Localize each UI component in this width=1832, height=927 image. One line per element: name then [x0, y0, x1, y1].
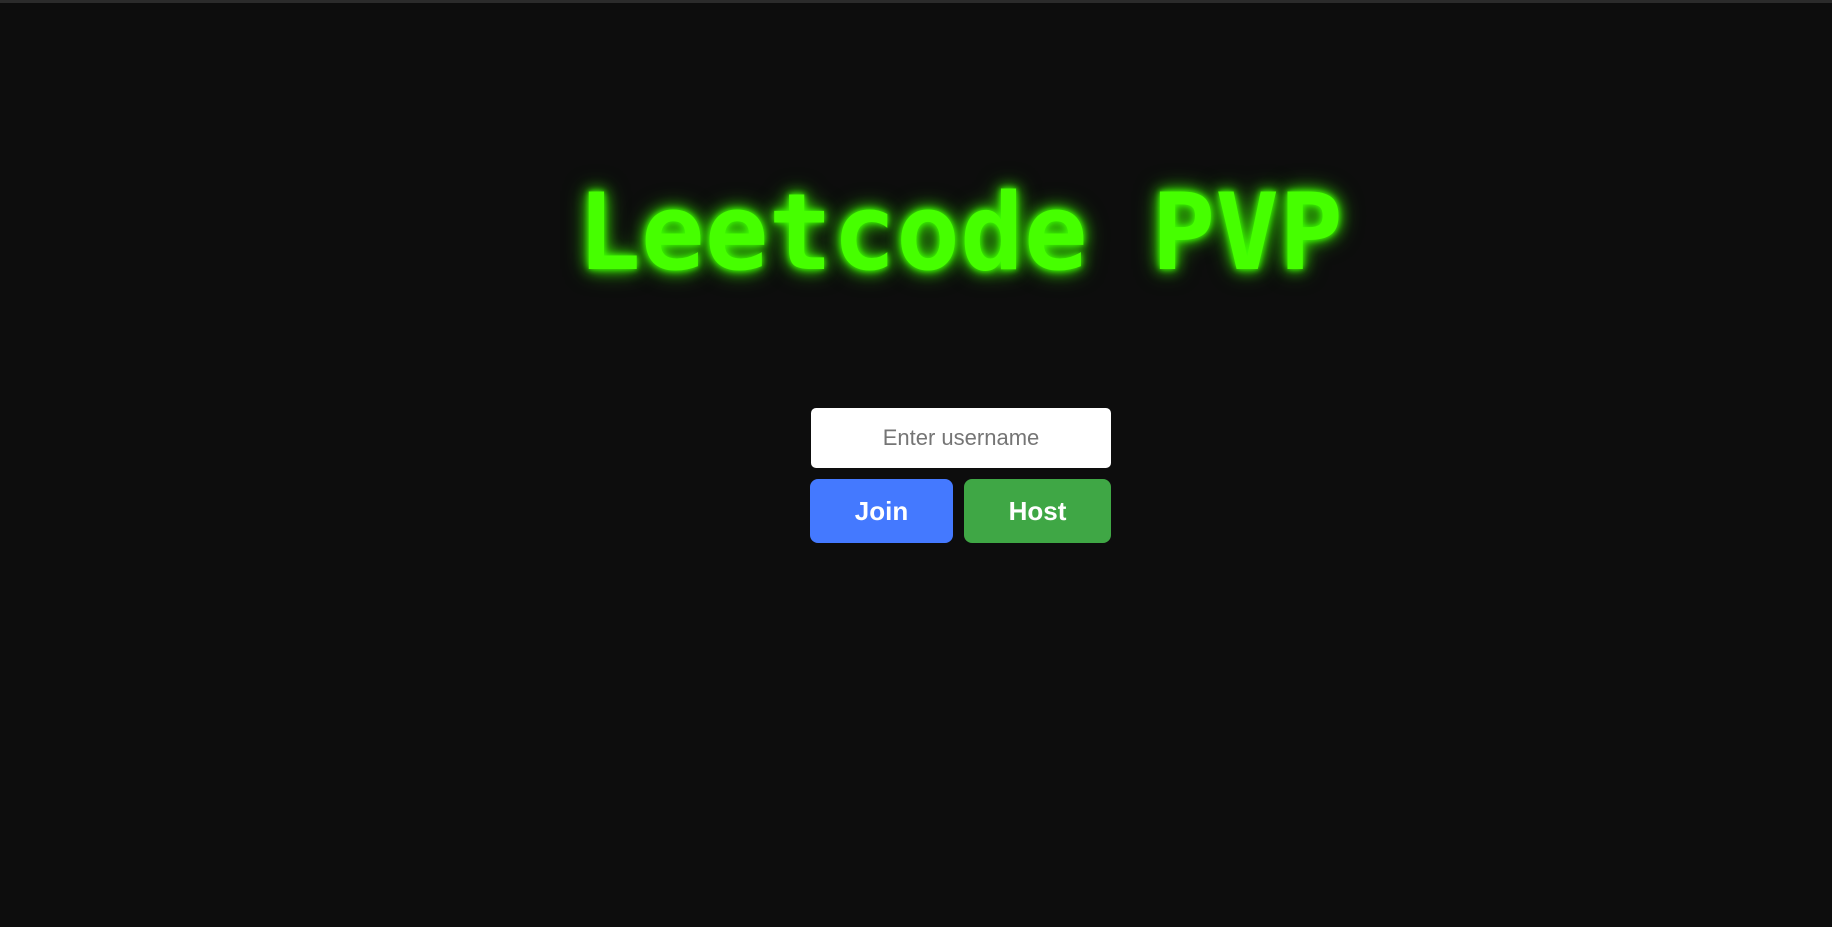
login-form: Join Host: [810, 408, 1112, 543]
host-button[interactable]: Host: [964, 479, 1111, 543]
username-input[interactable]: [811, 408, 1111, 468]
page-title: Leetcode PVP: [577, 171, 1343, 294]
button-row: Join Host: [810, 479, 1112, 543]
join-button[interactable]: Join: [810, 479, 953, 543]
window-top-border: [0, 0, 1832, 3]
page: Leetcode PVP Join Host: [0, 0, 1832, 927]
